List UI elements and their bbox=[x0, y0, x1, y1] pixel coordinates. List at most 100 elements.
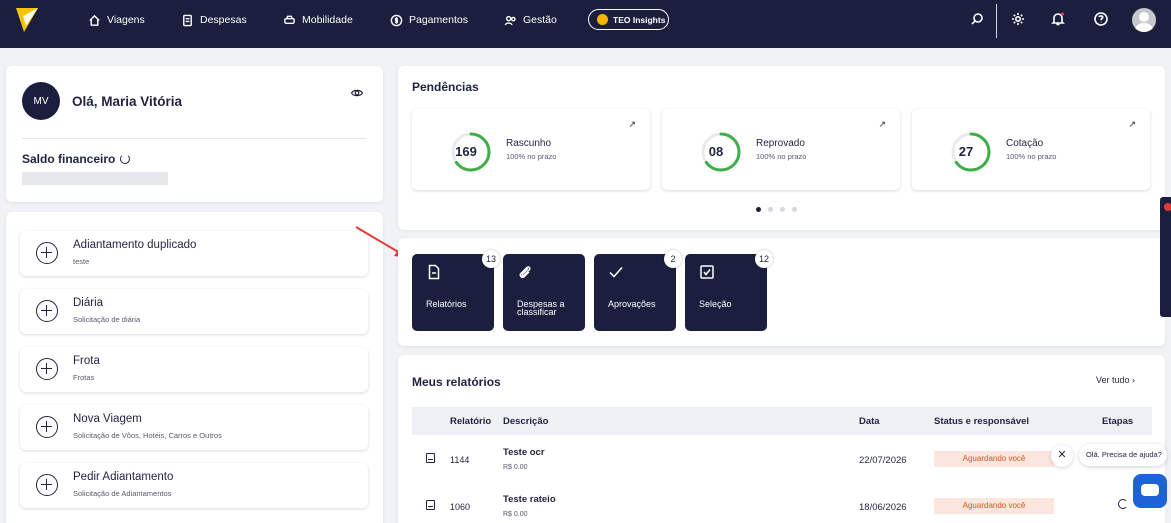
nav-viagens-label: Viagens bbox=[107, 14, 145, 26]
search-button[interactable] bbox=[969, 11, 985, 27]
pendencia-rascunho[interactable]: ↗ 169 Rascunho 100% no prazo bbox=[412, 109, 650, 190]
saldo-financeiro: Saldo financeiro bbox=[22, 152, 131, 166]
shortcut-title: Frota bbox=[73, 355, 100, 367]
teo-insights-button[interactable]: TEO Insights bbox=[588, 9, 669, 30]
report-value: R$ 0.00 bbox=[503, 511, 528, 518]
carousel-dot[interactable] bbox=[780, 207, 785, 212]
ver-tudo-link[interactable]: Ver tudo › bbox=[1096, 375, 1135, 385]
user-avatar-icon[interactable] bbox=[1132, 8, 1156, 32]
brand-logo[interactable] bbox=[16, 6, 38, 34]
report-id: 1060 bbox=[450, 502, 471, 512]
quick-despesas-a-classificar[interactable]: Despesas a classificar bbox=[503, 254, 585, 331]
shortcut-subtitle: Solicitação de Adiantamentos bbox=[73, 489, 172, 498]
nav-pagamentos-label: Pagamentos bbox=[409, 14, 468, 26]
teo-insights-label: TEO Insights bbox=[613, 14, 666, 25]
greeting-card: MV Olá, Maria Vitória Saldo financeiro bbox=[6, 66, 383, 202]
shortcut-pedir-adiantamento[interactable]: Pedir Adiantamento Solicitação de Adiant… bbox=[20, 463, 368, 508]
topbar-divider bbox=[996, 4, 997, 38]
table-row[interactable]: 1144 Teste ocr R$ 0.00 22/07/2026 Aguard… bbox=[412, 437, 1152, 481]
open-arrow-icon[interactable]: ↗ bbox=[878, 119, 886, 130]
report-icon bbox=[426, 453, 435, 463]
plus-circle-icon bbox=[36, 242, 58, 264]
chat-close-button[interactable]: ✕ bbox=[1051, 445, 1073, 467]
pendencia-cotacao[interactable]: ↗ 27 Cotação 100% no prazo bbox=[912, 109, 1150, 190]
nav-despesas[interactable]: Despesas bbox=[181, 12, 247, 28]
quick-label-line2: classificar bbox=[517, 307, 557, 317]
shortcut-subtitle: Solicitação de diária bbox=[73, 315, 141, 324]
quick-label: Seleção bbox=[699, 299, 732, 309]
quick-relatorios[interactable]: Relatórios 13 bbox=[412, 250, 500, 331]
nav-gestao[interactable]: Gestão bbox=[504, 12, 557, 28]
nav-mobilidade[interactable]: Mobilidade bbox=[283, 12, 353, 28]
shortcut-diaria[interactable]: Diária Solicitação de diária bbox=[20, 289, 368, 334]
loading-spinner-icon bbox=[120, 154, 131, 164]
plus-circle-icon bbox=[36, 300, 58, 322]
pendencia-pct: 100% no prazo bbox=[756, 152, 807, 161]
carousel-dot[interactable] bbox=[768, 207, 773, 212]
pendencia-label: Rascunho bbox=[506, 138, 552, 149]
notifications-button[interactable] bbox=[1050, 11, 1066, 27]
carousel-dot[interactable] bbox=[756, 207, 761, 212]
cycle-icon[interactable] bbox=[1118, 499, 1128, 509]
status-badge: Aguardando você bbox=[934, 498, 1054, 514]
car-icon bbox=[284, 15, 295, 24]
paperclip-icon bbox=[519, 266, 531, 279]
search-icon bbox=[971, 13, 983, 25]
pendencia-reprovado[interactable]: ↗ 08 Reprovado 100% no prazo bbox=[662, 109, 900, 190]
pendencia-label: Cotação bbox=[1006, 138, 1044, 149]
dollar-circle-icon bbox=[390, 14, 403, 26]
nav-viagens[interactable]: Viagens bbox=[88, 12, 145, 28]
nav-gestao-label: Gestão bbox=[523, 14, 557, 26]
report-date: 22/07/2026 bbox=[859, 455, 907, 466]
bell-icon bbox=[1051, 12, 1065, 26]
report-date: 18/06/2026 bbox=[859, 502, 907, 513]
top-navbar: Viagens Despesas Mobilidade Pagamentos G… bbox=[0, 0, 1171, 48]
relatorios-title: Meus relatórios bbox=[412, 375, 501, 389]
quick-label: Despesas a classificar bbox=[517, 300, 565, 317]
count-badge: 12 bbox=[755, 250, 773, 268]
table-header: Relatório Descrição Data Status e respon… bbox=[412, 407, 1152, 435]
open-arrow-icon[interactable]: ↗ bbox=[1128, 119, 1136, 130]
receipt-icon bbox=[183, 14, 192, 26]
help-icon bbox=[1094, 12, 1108, 26]
checkbox-icon bbox=[700, 265, 714, 279]
quick-selecao[interactable]: Seleção 12 bbox=[685, 250, 773, 331]
pendencia-count: 169 bbox=[455, 144, 477, 159]
avatar[interactable]: MV bbox=[22, 82, 60, 120]
document-icon bbox=[428, 264, 440, 280]
carousel-dots bbox=[756, 207, 797, 212]
help-button[interactable] bbox=[1093, 11, 1109, 27]
shortcut-adiantamento-duplicado[interactable]: Adiantamento duplicado teste bbox=[20, 231, 368, 276]
chat-icon[interactable] bbox=[1133, 474, 1167, 508]
plus-circle-icon bbox=[36, 474, 58, 496]
meus-relatorios-card: Meus relatórios Ver tudo › Relatório Des… bbox=[398, 355, 1165, 523]
report-desc: Teste rateio bbox=[503, 494, 556, 505]
settings-button[interactable] bbox=[1010, 11, 1026, 27]
pendencia-count: 27 bbox=[958, 144, 974, 159]
shortcut-nova-viagem[interactable]: Nova Viagem Solicitação de Vôos, Hotéis,… bbox=[20, 405, 368, 450]
quick-access-card: Relatórios 13 Despesas a classificar Apro… bbox=[398, 238, 1165, 346]
carousel-dot[interactable] bbox=[792, 207, 797, 212]
report-value: R$ 0.00 bbox=[503, 464, 528, 471]
greeting-text: Olá, Maria Vitória bbox=[72, 94, 183, 109]
side-panel-handle[interactable] bbox=[1160, 197, 1171, 317]
shortcuts-panel: Adiantamento duplicado teste Diária Soli… bbox=[6, 212, 383, 523]
quick-aprovacoes[interactable]: Aprovações 2 bbox=[594, 250, 682, 331]
nav-pagamentos[interactable]: Pagamentos bbox=[390, 12, 468, 28]
pendencia-label: Reprovado bbox=[756, 138, 805, 149]
table-row[interactable]: 1060 Teste rateio R$ 0.00 18/06/2026 Agu… bbox=[412, 484, 1152, 523]
pendencia-pct: 100% no prazo bbox=[506, 152, 557, 161]
eye-icon[interactable] bbox=[350, 86, 364, 100]
col-descricao: Descrição bbox=[503, 416, 549, 427]
pendencia-count: 08 bbox=[708, 144, 724, 159]
count-badge: 13 bbox=[482, 250, 500, 268]
shortcut-title: Adiantamento duplicado bbox=[73, 239, 197, 251]
check-icon bbox=[609, 267, 623, 278]
open-arrow-icon[interactable]: ↗ bbox=[628, 119, 636, 130]
pendencias-card: Pendências ↗ 169 Rascunho 100% no prazo … bbox=[398, 66, 1165, 230]
nav-despesas-label: Despesas bbox=[200, 14, 247, 26]
ver-tudo-label: Ver tudo bbox=[1096, 375, 1130, 385]
gear-icon bbox=[1012, 13, 1024, 25]
shortcut-frota[interactable]: Frota Frotas bbox=[20, 347, 368, 392]
chevron-right-icon: › bbox=[1132, 375, 1136, 385]
